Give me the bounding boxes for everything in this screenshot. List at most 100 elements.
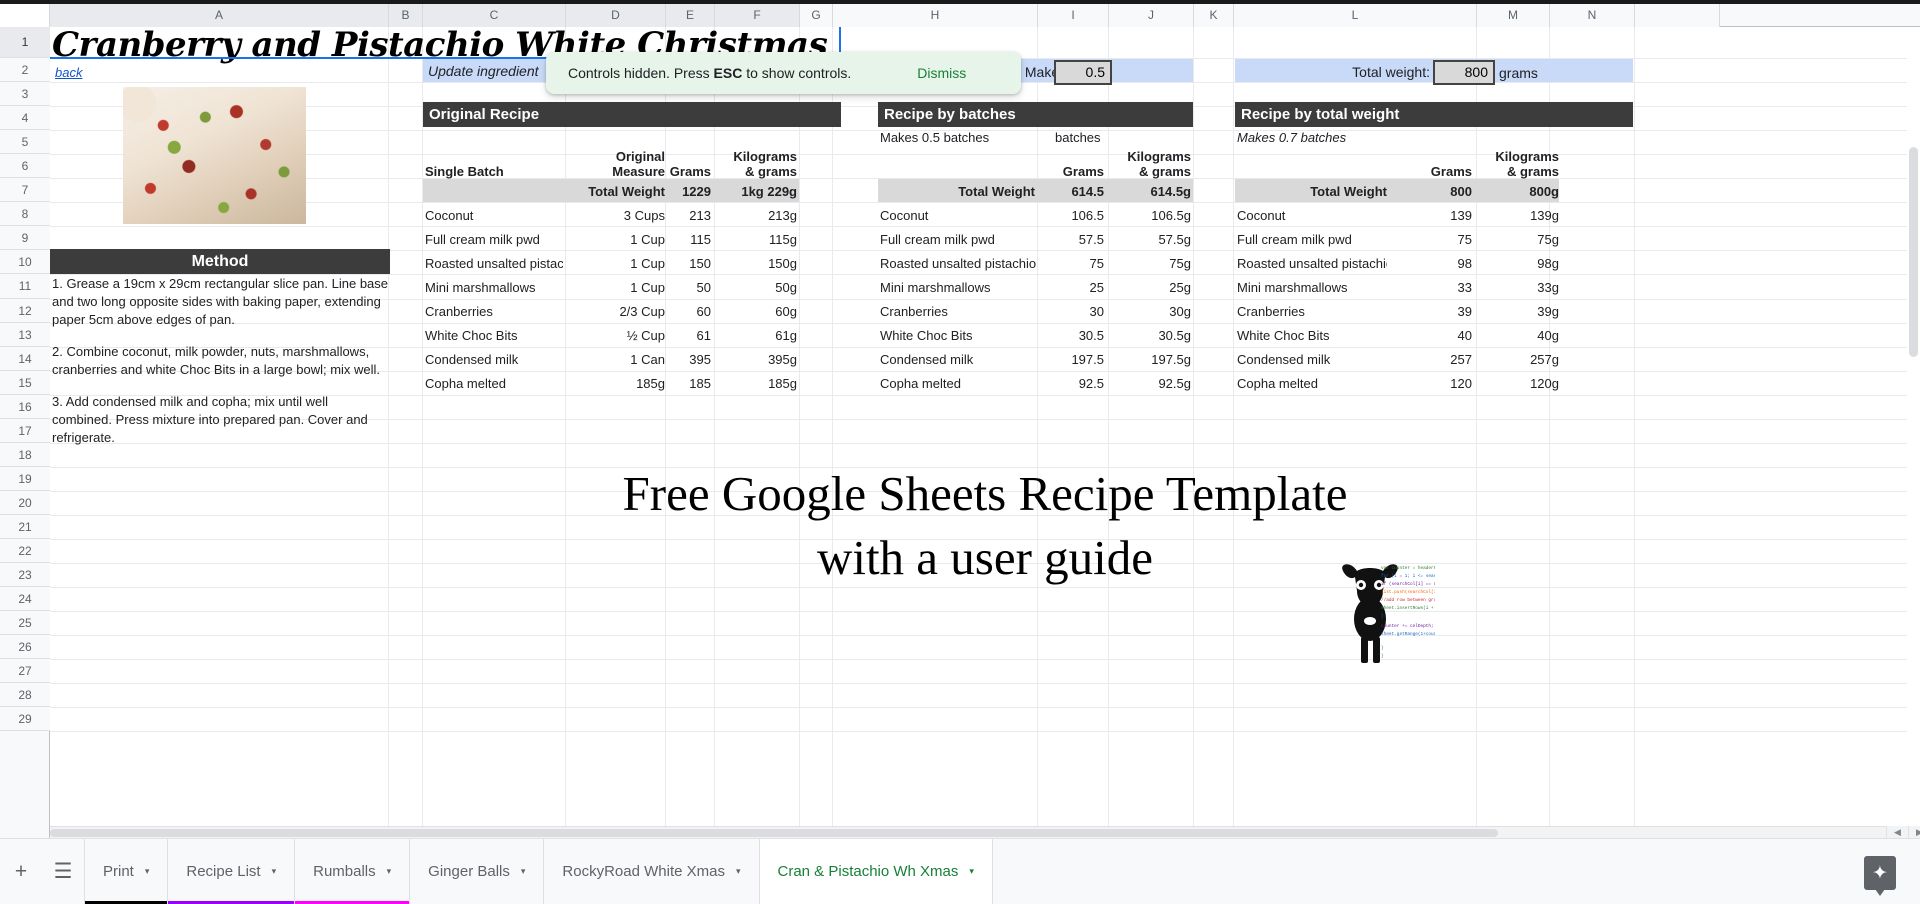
totalweight-total-kg: 800g <box>1529 184 1559 199</box>
column-header-F[interactable]: F <box>715 4 800 27</box>
sheet-tab-rockyroad-white-xmas[interactable]: RockyRoad White Xmas ▾ <box>544 839 760 904</box>
row-header-7[interactable]: 7 <box>0 178 50 202</box>
row-header-28[interactable]: 28 <box>0 683 50 707</box>
row-header-10[interactable]: 10 <box>0 250 50 274</box>
sheet-tab-recipe-list[interactable]: Recipe List ▾ <box>168 839 296 904</box>
row-header-column: 1 2 3 4 5 6 7 8 9 10 11 12 13 14 15 16 17 18 19 20 21 22 23 24 2… <box>0 27 50 838</box>
batches-row-7-kg: 197.5g <box>1151 352 1191 367</box>
row-header-25[interactable]: 25 <box>0 611 50 635</box>
row-header-11[interactable]: 11 <box>0 274 50 299</box>
scroll-right-arrow[interactable]: ▶ <box>1908 826 1920 838</box>
batches-row-8-grams: 92.5 <box>1078 376 1104 391</box>
vertical-scrollbar-track[interactable] <box>1907 27 1920 799</box>
column-header-L[interactable]: L <box>1234 4 1477 27</box>
row-header-6[interactable]: 6 <box>0 154 50 178</box>
row-header-12[interactable]: 12 <box>0 299 50 323</box>
row-header-5[interactable]: 5 <box>0 130 50 154</box>
sheet-tab-ginger-balls[interactable]: Ginger Balls ▾ <box>410 839 545 904</box>
original-col-measure-line2: Measure <box>612 164 665 179</box>
original-total-grams: 1229 <box>682 184 711 199</box>
totalweight-row-8-name: Copha melted <box>1237 376 1318 391</box>
totalweight-row-4-kg: 33g <box>1537 280 1559 295</box>
svg-text:sheet.getRange(1+counter-8: sheet.getRange(1+counter-8 <box>1381 632 1435 637</box>
sheet-tab-cran-pistachio-wh-xmas[interactable]: Cran & Pistachio Wh Xmas ▾ <box>759 839 993 904</box>
original-row-1-grams: 213 <box>689 208 711 223</box>
scroll-left-arrow[interactable]: ◀ <box>1886 826 1908 838</box>
row-header-27[interactable]: 27 <box>0 659 50 683</box>
batches-col-grams: Grams <box>1062 164 1104 179</box>
original-row-3-kg: 150g <box>768 256 797 271</box>
toast-dismiss-button[interactable]: Dismiss <box>917 65 966 81</box>
horizontal-scrollbar-track[interactable] <box>50 826 1886 838</box>
back-link[interactable]: back <box>55 65 82 80</box>
batches-banner: Recipe by batches <box>878 102 1193 127</box>
batches-row-3-name: Roasted unsalted pistachio nu <box>880 256 1036 271</box>
vertical-scrollbar-thumb[interactable] <box>1909 147 1918 357</box>
original-row-7-kg: 395g <box>768 352 797 367</box>
original-row-3-grams: 150 <box>689 256 711 271</box>
batches-row-1-grams: 106.5 <box>1071 208 1104 223</box>
row-header-18[interactable]: 18 <box>0 443 50 467</box>
chevron-down-icon[interactable]: ▾ <box>736 866 741 877</box>
svg-text:list.push(searchCol[i: list.push(searchCol[i <box>1381 590 1435 595</box>
method-step-2: 2. Combine coconut, milk powder, nuts, m… <box>52 344 381 377</box>
totalweight-row-5-name: Cranberries <box>1237 304 1305 319</box>
row-header-20[interactable]: 20 <box>0 491 50 515</box>
row-header-1[interactable]: 1 <box>0 27 50 58</box>
row-header-15[interactable]: 15 <box>0 371 50 395</box>
column-header-overflow <box>1635 4 1720 27</box>
totalweight-row-1-kg: 139g <box>1530 208 1559 223</box>
spreadsheet-grid[interactable]: Cranberry and Pistachio White Christmas … <box>50 27 1920 838</box>
chevron-down-icon[interactable]: ▾ <box>145 866 150 877</box>
batches-row-4-grams: 25 <box>1089 280 1104 295</box>
row-header-17[interactable]: 17 <box>0 419 50 443</box>
column-header-C[interactable]: C <box>423 4 566 27</box>
select-all-corner[interactable] <box>0 4 50 27</box>
row-header-21[interactable]: 21 <box>0 515 50 539</box>
column-header-M[interactable]: M <box>1477 4 1550 27</box>
row-header-24[interactable]: 24 <box>0 587 50 611</box>
row-header-16[interactable]: 16 <box>0 395 50 419</box>
column-header-E[interactable]: E <box>666 4 715 27</box>
column-header-J[interactable]: J <box>1109 4 1194 27</box>
chevron-down-icon[interactable]: ▾ <box>521 866 526 877</box>
row-header-3[interactable]: 3 <box>0 82 50 106</box>
column-header-D[interactable]: D <box>566 4 666 27</box>
row-header-14[interactable]: 14 <box>0 347 50 371</box>
column-header-H[interactable]: H <box>833 4 1038 27</box>
row-header-8[interactable]: 8 <box>0 202 50 226</box>
row-header-13[interactable]: 13 <box>0 323 50 347</box>
row-header-19[interactable]: 19 <box>0 467 50 491</box>
add-sheet-button[interactable]: + <box>0 839 42 904</box>
all-sheets-button[interactable]: ☰ <box>42 839 84 904</box>
total-weight-input[interactable]: 800 <box>1433 60 1495 85</box>
row-header-22[interactable]: 22 <box>0 539 50 563</box>
batches-input[interactable]: 0.5 <box>1054 60 1112 85</box>
row-header-26[interactable]: 26 <box>0 635 50 659</box>
sheet-tab-print[interactable]: Print ▾ <box>84 839 169 904</box>
totalweight-row-2-kg: 75g <box>1537 232 1559 247</box>
chevron-down-icon[interactable]: ▾ <box>969 866 974 877</box>
chevron-down-icon[interactable]: ▾ <box>272 866 277 877</box>
column-header-I[interactable]: I <box>1038 4 1109 27</box>
column-header-G[interactable]: G <box>800 4 833 27</box>
recipe-photo <box>123 87 306 224</box>
original-row-4-kg: 50g <box>775 280 797 295</box>
column-header-B[interactable]: B <box>389 4 423 27</box>
row-header-23[interactable]: 23 <box>0 563 50 587</box>
sheet-tab-rumballs[interactable]: Rumballs ▾ <box>295 839 411 904</box>
svg-text:}: } <box>1381 646 1384 651</box>
row-header-9[interactable]: 9 <box>0 226 50 250</box>
explore-button[interactable]: ✦ <box>1864 856 1896 896</box>
row-header-29[interactable]: 29 <box>0 707 50 731</box>
row-header-4[interactable]: 4 <box>0 106 50 130</box>
column-header-A[interactable]: A <box>50 4 389 27</box>
chevron-down-icon[interactable]: ▾ <box>387 866 392 877</box>
horizontal-scrollbar-thumb[interactable] <box>50 829 1498 837</box>
total-weight-label: Total weight: <box>1352 64 1430 80</box>
batches-row-7-name: Condensed milk <box>880 352 974 367</box>
original-row-5-grams: 60 <box>696 304 711 319</box>
row-header-2[interactable]: 2 <box>0 58 50 82</box>
column-header-K[interactable]: K <box>1194 4 1234 27</box>
column-header-N[interactable]: N <box>1550 4 1635 27</box>
